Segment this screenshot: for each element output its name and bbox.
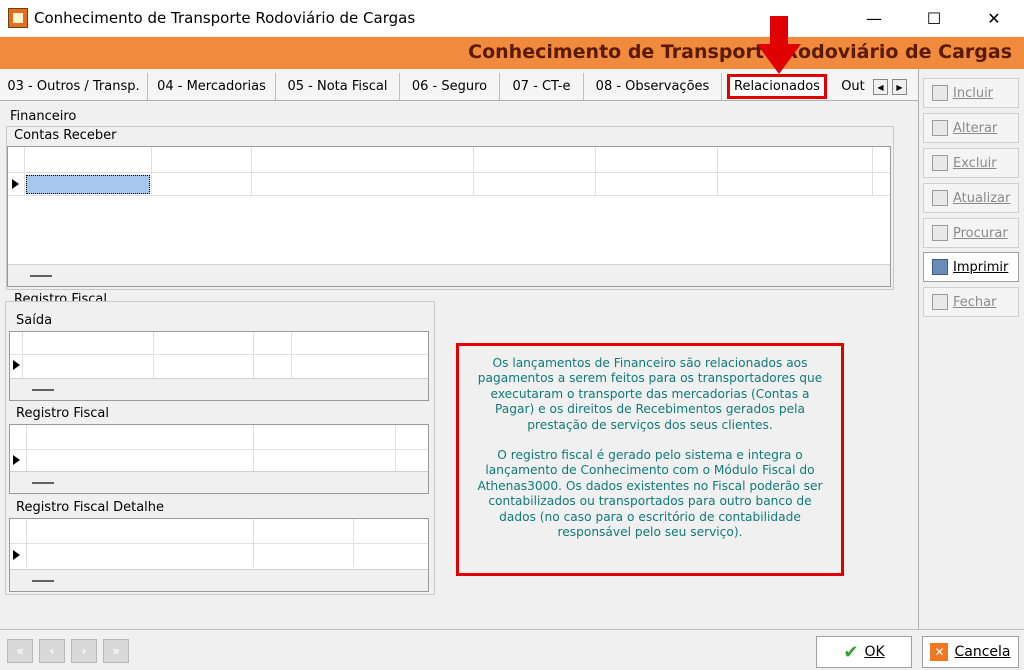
bottom-bar: « ‹ › » ✔ OK ✕ Cancela [0,629,1024,670]
window-title: Conhecimento de Transporte Rodoviário de… [34,9,416,27]
tab-scroll-left-icon[interactable]: ◀ [873,79,888,95]
cancel-icon: ✕ [930,643,949,661]
imprimir-label: Imprimir [953,259,1009,275]
binoculars-icon [932,225,948,241]
checkmark-icon: ✔ [843,641,859,663]
registro-fiscal-detalhe-label: Registro Fiscal Detalhe [16,500,165,515]
tab-outros[interactable]: Out [836,73,870,100]
selected-cell[interactable] [26,175,150,194]
last-record-button[interactable]: » [103,639,129,663]
tab-scroll-right-icon[interactable]: ▶ [892,79,907,95]
grid-footer [10,471,428,493]
ok-button[interactable]: ✔ OK [816,636,912,668]
row-pointer-icon [13,360,20,370]
alterar-button[interactable]: Alterar [923,113,1019,143]
tab-outros-transp[interactable]: 03 - Outros / Transp. [0,73,148,100]
fechar-button[interactable]: Fechar [923,287,1019,317]
ok-label: OK [864,644,885,660]
row-pointer-icon [12,179,19,189]
grid-footer [10,378,428,400]
maximize-button[interactable]: ☐ [904,0,964,36]
next-record-button[interactable]: › [71,639,97,663]
grid-footer [10,569,428,591]
excluir-label: Excluir [953,155,997,171]
alterar-label: Alterar [953,120,998,136]
row-pointer-icon [13,455,20,465]
previous-record-button[interactable]: ‹ [39,639,65,663]
saida-grid[interactable] [9,331,429,401]
edit-icon [932,120,948,136]
procurar-label: Procurar [953,225,1008,241]
close-folder-icon [932,294,948,310]
tab-mercadorias[interactable]: 04 - Mercadorias [148,73,276,100]
registro-fiscal-detalhe-grid[interactable] [9,518,429,592]
registro-fiscal-grid[interactable] [9,424,429,494]
annotation-arrow-icon [757,16,801,74]
title-bar: Conhecimento de Transporte Rodoviário de… [0,0,1024,36]
contas-receber-label: Contas Receber [14,128,117,143]
grid-footer [8,264,890,286]
document-icon [932,85,948,101]
cancel-button[interactable]: ✕ Cancela [922,636,1019,668]
atualizar-button[interactable]: Atualizar [923,183,1019,213]
minimize-button[interactable]: — [844,0,904,36]
registro-fiscal-inner-label: Registro Fiscal [16,406,109,421]
financeiro-label: Financeiro [10,109,77,124]
tab-relacionados[interactable]: Relacionados [727,74,827,99]
imprimir-button[interactable]: Imprimir [923,252,1019,282]
close-button[interactable]: ✕ [964,0,1024,36]
action-sidebar: Incluir Alterar Excluir Atualizar Procur… [918,69,1024,629]
info-paragraph-financeiro: Os lançamentos de Financeiro são relacio… [477,356,823,432]
tab-nota-fiscal[interactable]: 05 - Nota Fiscal [276,73,400,100]
app-icon [8,8,28,28]
info-paragraph-fiscal: O registro fiscal é gerado pelo sistema … [477,448,823,540]
window-controls: — ☐ ✕ [844,0,1024,36]
first-record-button[interactable]: « [7,639,33,663]
atualizar-label: Atualizar [953,190,1011,206]
tab-seguro[interactable]: 06 - Seguro [400,73,500,100]
page-title: Conhecimento de Transporte Rodoviário de… [468,41,1012,63]
excluir-button[interactable]: Excluir [923,148,1019,178]
fechar-label: Fechar [953,294,997,310]
refresh-icon [932,190,948,206]
saida-label: Saída [16,313,53,328]
tab-cte[interactable]: 07 - CT-e [500,73,584,100]
incluir-button[interactable]: Incluir [923,78,1019,108]
cancel-label: Cancela [954,644,1011,660]
contas-receber-grid[interactable] [7,146,891,287]
printer-icon [932,259,948,275]
procurar-button[interactable]: Procurar [923,218,1019,248]
trash-icon [932,155,948,171]
header-band: Conhecimento de Transporte Rodoviário de… [0,37,1024,69]
tab-observacoes[interactable]: 08 - Observações [584,73,722,100]
info-callout: Os lançamentos de Financeiro são relacio… [456,343,844,576]
row-pointer-icon [13,550,20,560]
incluir-label: Incluir [953,85,994,101]
